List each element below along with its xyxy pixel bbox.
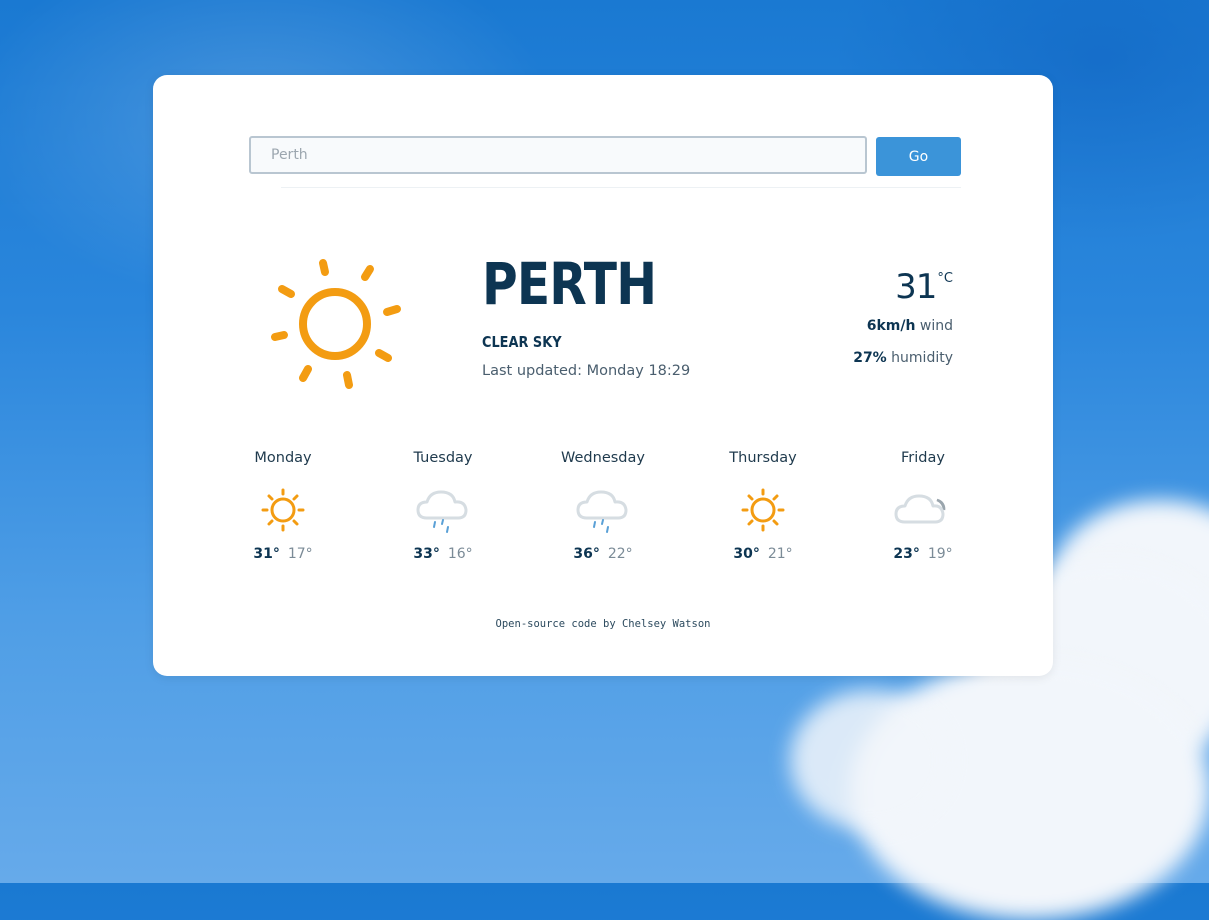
forecast-low: 16° — [447, 546, 473, 562]
rain-cloud-icon — [576, 490, 628, 533]
temperature-unit: °C — [937, 271, 953, 286]
humidity-value: 27% — [853, 350, 887, 366]
humidity-label: humidity — [891, 350, 953, 366]
city-search-input[interactable] — [249, 136, 867, 174]
forecast-high: 36° — [573, 546, 600, 562]
forecast-day: Wednesday 36° 22° — [523, 450, 683, 562]
weather-condition: CLEAR SKY — [482, 333, 562, 351]
forecast-day: Thursday 30° 21° — [683, 450, 843, 562]
forecast-temps: 23° 19° — [843, 546, 1003, 562]
sun-icon — [261, 488, 305, 532]
forecast-temps: 36° 22° — [523, 546, 683, 562]
wind-stat: 6km/h wind — [867, 318, 953, 334]
wind-label: wind — [919, 318, 953, 334]
forecast-day-name: Tuesday — [413, 450, 473, 466]
cloud-moon-icon — [894, 494, 946, 524]
forecast-high: 23° — [893, 546, 920, 562]
temperature-value: 31 — [895, 267, 937, 307]
go-button[interactable]: Go — [876, 137, 961, 176]
forecast-temps: 31° 17° — [203, 546, 363, 562]
forecast-high: 30° — [733, 546, 760, 562]
humidity-stat: 27% humidity — [853, 350, 953, 366]
current-temperature: 31°C — [895, 267, 953, 307]
divider — [281, 187, 961, 188]
rain-cloud-icon — [416, 490, 468, 533]
sun-icon — [741, 488, 785, 532]
forecast-low: 19° — [927, 546, 953, 562]
weather-card: Go PERTH CLEAR SKY Last updated: Monday … — [153, 75, 1053, 676]
forecast-day-name: Thursday — [729, 450, 797, 466]
forecast-temps: 30° 21° — [683, 546, 843, 562]
forecast-day: Monday 31° 17° — [203, 450, 363, 562]
last-updated: Last updated: Monday 18:29 — [482, 363, 691, 379]
wind-value: 6km/h — [866, 318, 916, 334]
forecast-day-name: Monday — [254, 450, 312, 466]
footer-credit-link[interactable]: Open-source code by Chelsey Watson — [153, 618, 1053, 630]
forecast-low: 17° — [287, 546, 313, 562]
city-name: PERTH — [482, 250, 657, 318]
search-bar: Go — [249, 136, 961, 176]
sun-icon — [271, 259, 401, 389]
forecast-temps: 33° 16° — [363, 546, 523, 562]
forecast-day: Friday 23° 19° — [843, 450, 1003, 562]
forecast-low: 22° — [607, 546, 633, 562]
forecast-high: 33° — [413, 546, 440, 562]
forecast-high: 31° — [253, 546, 280, 562]
forecast-day-name: Wednesday — [561, 450, 645, 466]
forecast-day: Tuesday 33° 16° — [363, 450, 523, 562]
forecast-low: 21° — [767, 546, 793, 562]
forecast-day-name: Friday — [901, 450, 945, 466]
